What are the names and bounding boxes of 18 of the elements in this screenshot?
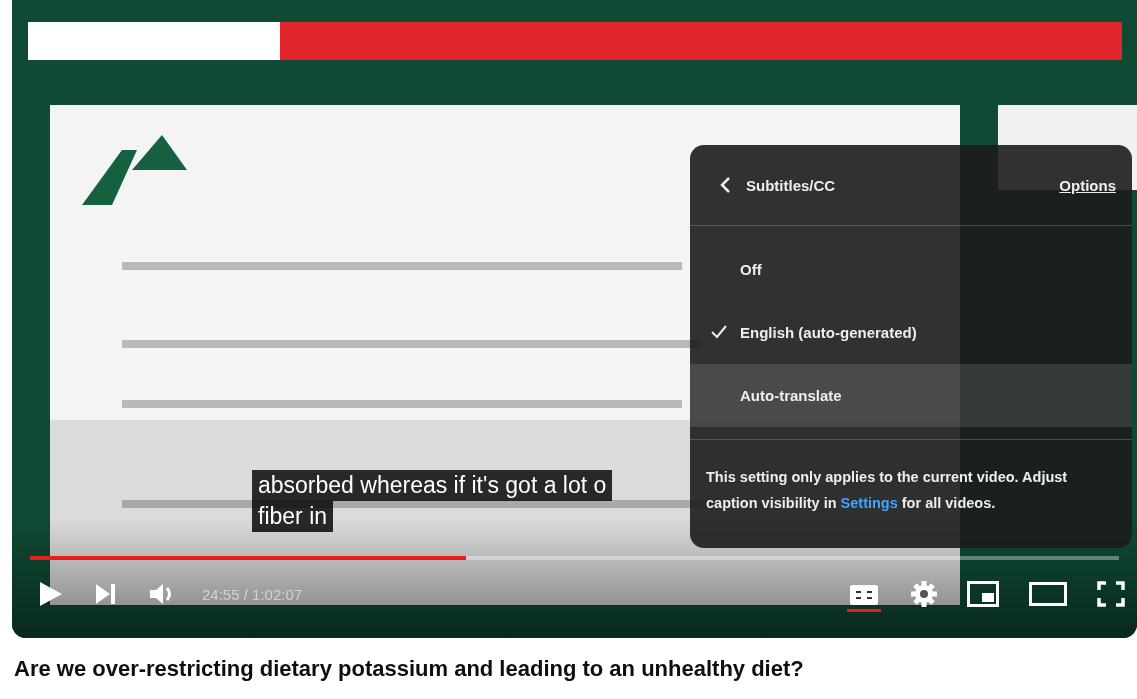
next-icon[interactable]: [96, 584, 116, 604]
settings-link[interactable]: Settings: [840, 495, 898, 511]
video-title: Are we over-restricting dietary potassium and leading to an unhealthy diet?: [14, 656, 805, 682]
theater-mode-icon[interactable]: [1029, 582, 1067, 606]
settings-icon[interactable]: [911, 581, 937, 607]
time-display: 24:55 / 1:02:07: [202, 585, 303, 603]
subtitle-option[interactable]: English (auto-generated): [690, 301, 1132, 364]
play-icon[interactable]: [40, 582, 62, 606]
menu-note: This setting only applies to the current video. Adjust caption visibility in Settings for all videos.: [705, 468, 1069, 513]
subtitle-option[interactable]: Off: [690, 238, 1132, 301]
miniplayer-icon[interactable]: [967, 581, 999, 607]
subtitle-option[interactable]: Auto-translate: [690, 364, 1132, 427]
progress-bar[interactable]: [30, 556, 1119, 560]
options-link[interactable]: Options: [1059, 176, 1116, 194]
captions-icon[interactable]: [850, 584, 878, 605]
fullscreen-icon[interactable]: [1097, 581, 1125, 607]
menu-title: Subtitles/CC: [746, 176, 837, 194]
back-icon[interactable]: [718, 176, 732, 194]
